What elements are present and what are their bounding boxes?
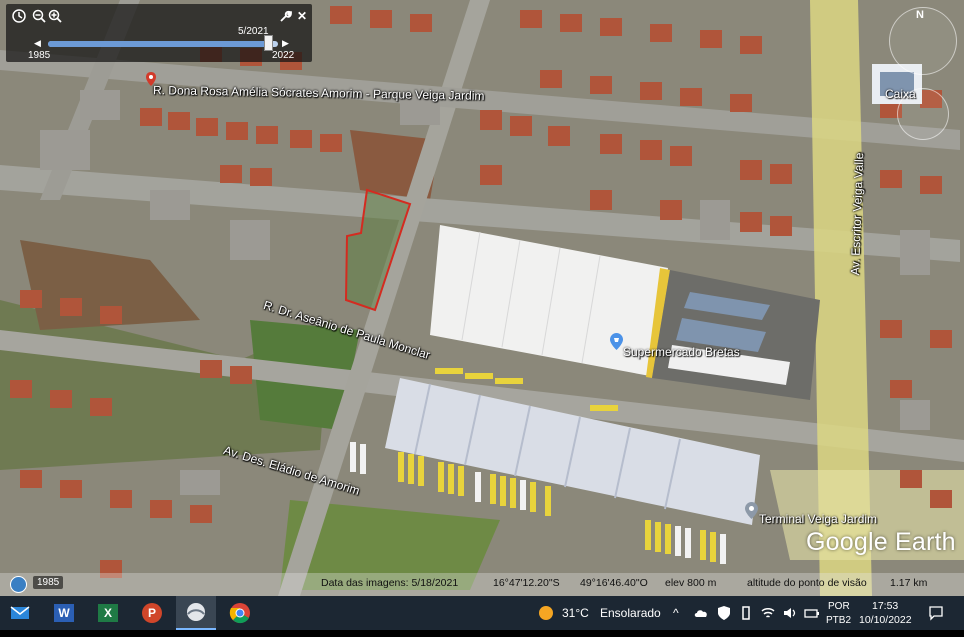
status-bar: Data das imagens: 5/18/2021 16°47'12.20"… — [0, 573, 964, 596]
wifi-icon[interactable] — [760, 605, 776, 621]
volume-icon[interactable] — [782, 605, 798, 621]
weather-sun-icon[interactable] — [538, 605, 554, 621]
eye-altitude-readout: 1.17 km — [890, 577, 928, 589]
show-hidden-icons-icon[interactable]: ^ — [673, 596, 679, 630]
place-label-terminal[interactable]: Terminal Veiga Jardim — [759, 512, 877, 526]
globe-icon[interactable] — [10, 576, 27, 593]
onedrive-icon[interactable] — [694, 605, 710, 621]
keyboard-indicator[interactable]: PTB2 — [826, 603, 851, 637]
place-pin-icon[interactable] — [745, 502, 758, 519]
powerpoint-icon: P — [142, 603, 162, 623]
google-earth-icon — [187, 603, 205, 621]
slider-start-year: 1985 — [28, 50, 51, 61]
zoom-out-icon[interactable] — [32, 9, 46, 23]
look-around-control[interactable]: N — [889, 7, 957, 75]
north-indicator[interactable]: N — [916, 9, 924, 21]
chrome-icon — [229, 603, 250, 624]
slider-track[interactable] — [48, 41, 278, 47]
map-view[interactable]: R. Dona Rosa Amélia Sócrates Amorim - Pa… — [0, 0, 964, 596]
close-icon[interactable]: ✕ — [297, 9, 307, 23]
longitude-readout: 49°16'46.40"O — [580, 577, 648, 589]
zoom-in-icon[interactable] — [48, 9, 62, 23]
taskbar: W X P 31°C Ensolarado ^ POR PTB2 17:53 1… — [0, 596, 964, 630]
clock-icon[interactable] — [12, 9, 26, 23]
security-shield-icon[interactable] — [716, 605, 732, 621]
eye-altitude-label: altitude do ponto de visão — [747, 577, 867, 589]
slider-fill — [48, 41, 269, 47]
word-icon: W — [54, 604, 74, 622]
taskbar-word-app[interactable]: W — [44, 596, 84, 630]
elevation-readout: elev 800 m — [665, 577, 717, 589]
usb-icon[interactable] — [738, 605, 754, 621]
google-earth-logo: Google Earth — [806, 528, 956, 556]
clock-date[interactable]: 10/10/2022 — [859, 603, 912, 637]
place-pin-icon[interactable] — [610, 333, 623, 350]
weather-temp[interactable]: 31°C — [562, 596, 589, 630]
place-label-supermercado[interactable]: Supermercado Bretas — [623, 345, 740, 359]
step-back-icon[interactable]: ◀ — [34, 36, 41, 50]
battery-icon[interactable] — [804, 605, 820, 621]
step-forward-icon[interactable]: ▶ — [282, 36, 289, 50]
notifications-icon[interactable] — [928, 605, 944, 621]
taskbar-google-earth-app[interactable] — [176, 596, 216, 630]
move-control[interactable] — [897, 88, 949, 140]
street-pin-icon[interactable] — [146, 72, 156, 86]
mail-icon — [10, 606, 30, 619]
taskbar-excel-app[interactable]: X — [88, 596, 128, 630]
imagery-date: Data das imagens: 5/18/2021 — [321, 577, 459, 589]
taskbar-chrome-app[interactable] — [220, 596, 260, 630]
slider-thumb[interactable] — [264, 35, 273, 51]
historical-imagery-slider[interactable]: ✕ 5/2021 ◀ ▶ 1985 2022 — [6, 4, 312, 62]
excel-icon: X — [98, 604, 118, 622]
taskbar-powerpoint-app[interactable]: P — [132, 596, 172, 630]
slider-end-year: 2022 — [272, 50, 295, 61]
year-badge: 1985 — [33, 576, 64, 589]
wrench-icon[interactable] — [279, 10, 292, 23]
weather-condition[interactable]: Ensolarado — [600, 596, 661, 630]
taskbar-mail-app[interactable] — [0, 596, 40, 630]
latitude-readout: 16°47'12.20"S — [493, 577, 560, 589]
